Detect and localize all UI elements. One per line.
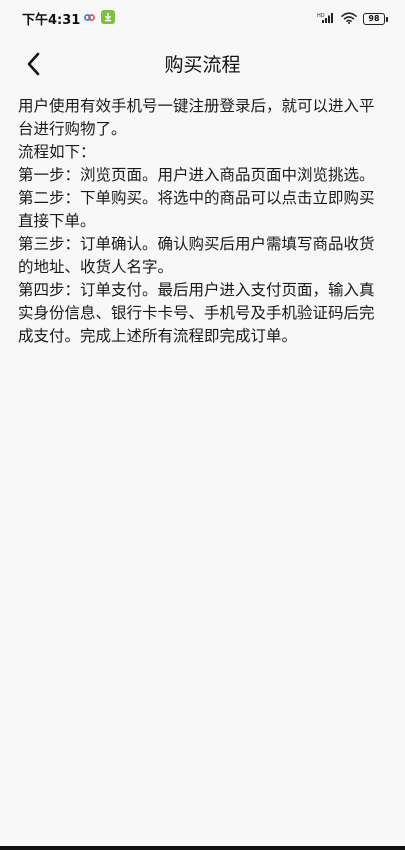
step-3: 第三步：订单确认。确认购买后用户需填写商品收货的地址、收货人名字。 <box>18 235 375 276</box>
status-time: 下午4:31 <box>22 13 81 28</box>
purchase-process-content: 用户使用有效手机号一键注册登录后，就可以进入平台进行购物了。 流程如下： 第一步… <box>18 95 389 348</box>
status-bar: 下午4:31 HD 98 <box>0 0 405 36</box>
flow-label: 流程如下： <box>18 143 96 161</box>
notification-icons <box>84 10 115 24</box>
intro-text: 用户使用有效手机号一键注册登录后，就可以进入平台进行购物了。 <box>18 97 375 138</box>
page-title: 购买流程 <box>164 54 241 76</box>
wifi-icon <box>341 9 357 28</box>
svg-text:HD: HD <box>317 13 325 19</box>
battery-icon: 98 <box>363 12 388 25</box>
step-2: 第二步：下单购买。将选中的商品可以点击立即购买直接下单。 <box>18 189 375 230</box>
bottom-edge <box>0 846 405 850</box>
download-icon <box>101 10 115 24</box>
signal-icon: HD <box>317 9 335 28</box>
system-icons: HD 98 <box>317 9 388 28</box>
battery-level: 98 <box>368 14 380 23</box>
step-4: 第四步：订单支付。最后用户进入支付页面，输入真实身份信息、银行卡卡号、手机号及手… <box>18 281 375 345</box>
app-notification-icon <box>84 12 95 23</box>
step-1: 第一步：浏览页面。用户进入商品页面中浏览挑选。 <box>18 166 375 184</box>
header: 购买流程 <box>0 44 405 84</box>
